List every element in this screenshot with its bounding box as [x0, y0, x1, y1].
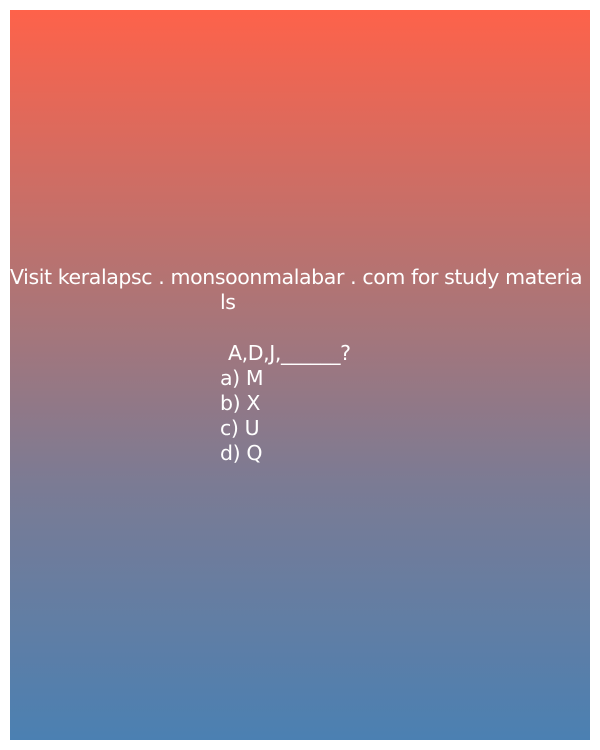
- question-text: A,D,J,______?: [228, 341, 351, 365]
- option-c: c) U: [220, 416, 260, 440]
- question-block: A,D,J,______? a) M b) X c) U d) Q: [220, 341, 351, 466]
- option-a: a) M: [220, 366, 264, 390]
- question-card: Visit keralapsc . monsoonmalabar . com f…: [10, 10, 590, 740]
- promo-text-line-2: ls: [220, 290, 236, 314]
- option-d: d) Q: [220, 441, 263, 465]
- promo-text-line-1: Visit keralapsc . monsoonmalabar . com f…: [10, 265, 583, 289]
- options-list: a) M b) X c) U d) Q: [220, 366, 351, 466]
- option-b: b) X: [220, 391, 260, 415]
